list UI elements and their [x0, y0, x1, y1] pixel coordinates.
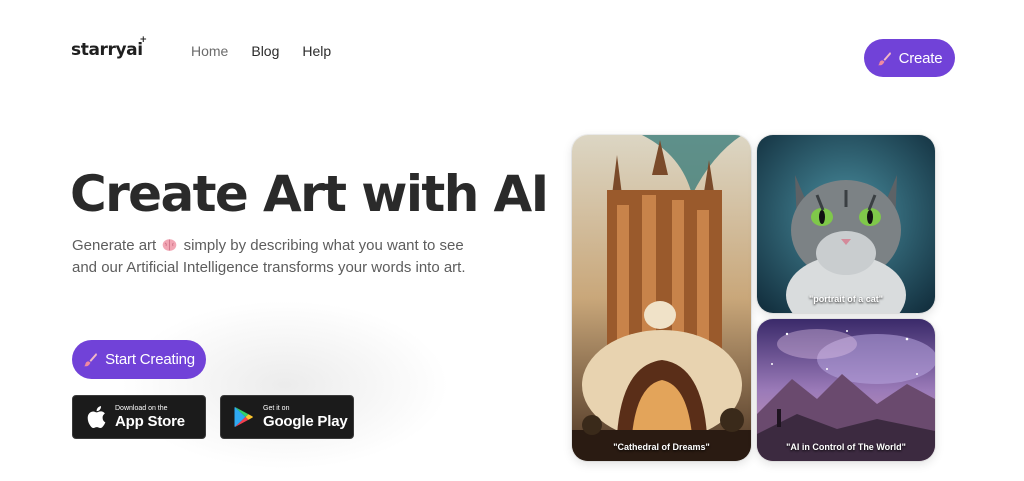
app-store-label: App Store	[115, 413, 185, 430]
landing-page: starryai + Home Blog Help Create Create A…	[0, 0, 1024, 481]
paintbrush-icon	[877, 51, 891, 65]
google-play-label: Google Play	[263, 413, 348, 430]
paintbrush-icon	[84, 352, 98, 367]
main-nav: Home Blog Help	[191, 43, 331, 59]
nav-item-help[interactable]: Help	[302, 43, 331, 59]
app-store-button[interactable]: Download on the App Store	[72, 395, 206, 439]
gallery-caption-space: "AI in Control of The World"	[786, 442, 906, 452]
start-creating-label: Start Creating	[105, 351, 195, 368]
create-button[interactable]: Create	[864, 39, 955, 77]
google-play-icon	[234, 407, 253, 427]
decorative-glow	[120, 300, 450, 470]
app-store-small-label: Download on the	[115, 405, 168, 412]
brand-logo[interactable]: starryai +	[71, 35, 147, 60]
hero-subtitle-part1: Generate art	[72, 237, 157, 254]
hero-subtitle: Generate art simply by describing what y…	[72, 235, 492, 279]
create-button-label: Create	[898, 49, 943, 67]
apple-icon	[87, 406, 106, 428]
cathedral-artwork-image	[572, 135, 751, 461]
gallery-caption-cathedral: "Cathedral of Dreams"	[613, 442, 710, 452]
gallery-card-space[interactable]: "AI in Control of The World"	[757, 319, 935, 461]
gallery-card-cathedral[interactable]: "Cathedral of Dreams"	[572, 135, 751, 461]
nav-item-blog[interactable]: Blog	[251, 43, 279, 59]
gallery-card-cat[interactable]: "portrait of a cat"	[757, 135, 935, 313]
cat-portrait-image	[757, 135, 935, 313]
brand-spark: +	[139, 35, 148, 45]
nav-item-home[interactable]: Home	[191, 43, 228, 59]
brain-icon	[163, 239, 177, 251]
google-play-button[interactable]: Get it on Google Play	[220, 395, 354, 439]
space-landscape-image	[757, 319, 935, 461]
hero-title: Create Art with AI	[70, 165, 549, 223]
brand-name: starryai	[71, 40, 143, 60]
google-play-small-label: Get it on	[263, 405, 290, 412]
gallery-caption-cat: "portrait of a cat"	[808, 294, 884, 304]
start-creating-button[interactable]: Start Creating	[72, 340, 206, 379]
